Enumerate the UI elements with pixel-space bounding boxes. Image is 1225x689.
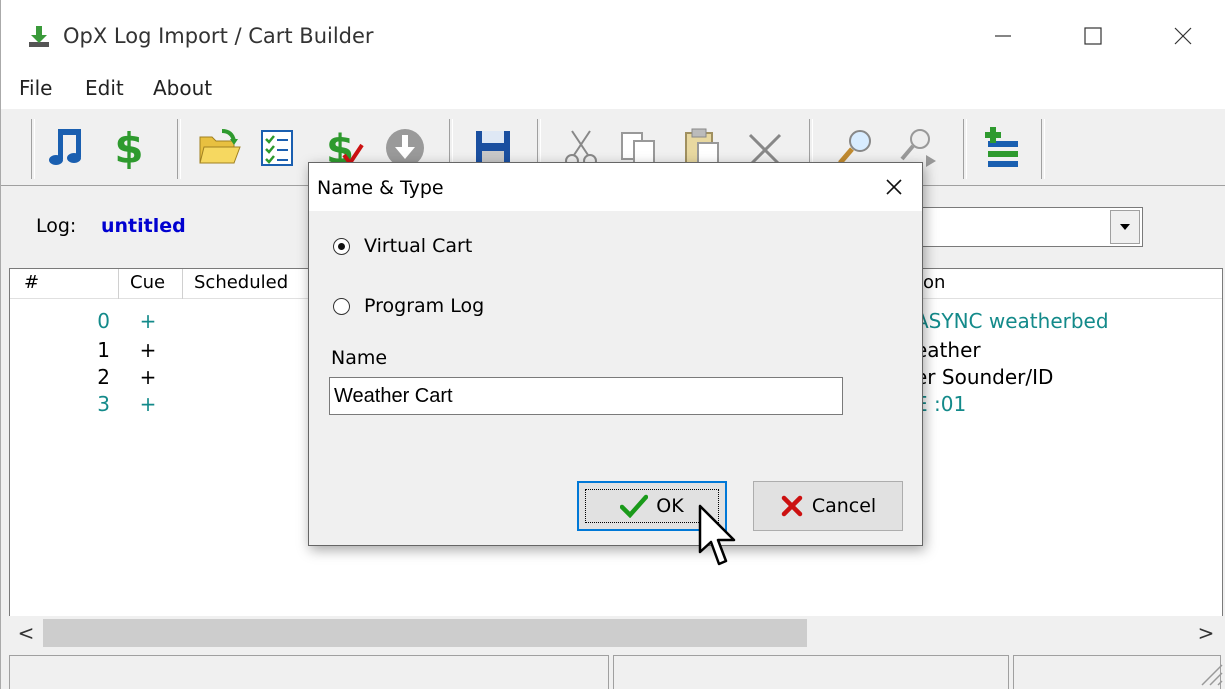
radio-program-log[interactable]: Program Log (333, 295, 484, 317)
radio-button[interactable] (333, 297, 350, 315)
column-separator (118, 269, 119, 299)
open-button[interactable] (191, 121, 247, 175)
mouse-cursor-icon (698, 504, 736, 566)
add-list-icon (985, 127, 1018, 167)
menu-edit[interactable]: Edit (85, 76, 124, 100)
row-description: eather (915, 338, 981, 362)
svg-text:$: $ (114, 125, 143, 171)
log-label: Log: (36, 215, 77, 237)
name-label: Name (331, 347, 388, 369)
maximize-icon (1084, 27, 1102, 45)
close-icon (886, 179, 902, 195)
close-icon (1174, 27, 1192, 45)
name-input[interactable] (329, 377, 843, 415)
row-cue: + (139, 309, 157, 333)
money-icon: $ (114, 125, 143, 171)
chevron-right-icon: > (1197, 621, 1215, 645)
checklist-icon (261, 130, 293, 166)
music-notes-icon (49, 129, 81, 165)
resize-grip-icon[interactable] (1196, 659, 1224, 687)
scrollbar-thumb[interactable] (43, 619, 807, 647)
toolbar-separator (963, 119, 967, 179)
cancel-button[interactable]: Cancel (753, 481, 903, 531)
status-panel (1013, 655, 1221, 689)
window-title: OpX Log Import / Cart Builder (63, 24, 374, 48)
row-number: 3 (97, 392, 110, 416)
chevron-down-icon (1120, 224, 1130, 230)
row-number: 1 (97, 338, 110, 362)
open-folder-icon (199, 129, 241, 164)
checklist-button[interactable] (249, 121, 305, 175)
row-cue: + (139, 365, 157, 389)
x-icon (780, 494, 804, 518)
column-header-number[interactable]: # (24, 272, 39, 293)
toolbar-separator (1041, 119, 1045, 179)
minimize-icon (995, 35, 1011, 37)
maximize-button[interactable] (1063, 14, 1123, 58)
combo-dropdown-button[interactable] (1110, 210, 1140, 244)
status-panel (613, 655, 1009, 689)
add-list-button[interactable] (973, 121, 1029, 175)
dialog-title: Name & Type (317, 177, 444, 199)
chevron-left-icon: < (17, 621, 35, 645)
row-number: 0 (97, 309, 110, 333)
dialog-title-bar: Name & Type (309, 163, 922, 211)
radio-label: Program Log (364, 295, 485, 317)
close-button[interactable] (1153, 14, 1213, 58)
row-cue: + (139, 392, 157, 416)
row-description: ASYNC weatherbed (915, 309, 1109, 333)
row-description: er Sounder/ID (915, 365, 1054, 389)
dialog-close-button[interactable] (874, 169, 914, 205)
radio-button-selected[interactable] (333, 237, 350, 255)
column-header-cue[interactable]: Cue (130, 272, 165, 293)
log-name: untitled (101, 215, 186, 237)
import-money-button[interactable]: $ (101, 121, 157, 175)
name-type-dialog: Name & Type Virtual Cart Program Log Nam… (308, 162, 923, 546)
scroll-left-button[interactable]: < (13, 620, 39, 646)
minimize-button[interactable] (973, 14, 1033, 58)
radio-virtual-cart[interactable]: Virtual Cart (333, 235, 472, 257)
row-number: 2 (97, 365, 110, 389)
status-bar (1, 652, 1225, 689)
status-panel (9, 655, 609, 689)
toolbar-separator (177, 119, 181, 179)
menu-bar: File Edit About (1, 72, 1225, 108)
title-bar: OpX Log Import / Cart Builder (1, 0, 1225, 72)
column-separator (182, 269, 183, 299)
horizontal-scrollbar[interactable]: < > (9, 616, 1223, 650)
row-cue: + (139, 338, 157, 362)
import-music-button[interactable] (41, 121, 97, 175)
cancel-label: Cancel (811, 495, 877, 517)
app-icon (29, 26, 49, 47)
toolbar-separator (31, 119, 35, 179)
column-header-scheduled[interactable]: Scheduled (194, 272, 288, 293)
menu-file[interactable]: File (19, 76, 52, 100)
menu-about[interactable]: About (153, 76, 212, 100)
scroll-right-button[interactable]: > (1193, 620, 1219, 646)
radio-label: Virtual Cart (364, 235, 473, 257)
